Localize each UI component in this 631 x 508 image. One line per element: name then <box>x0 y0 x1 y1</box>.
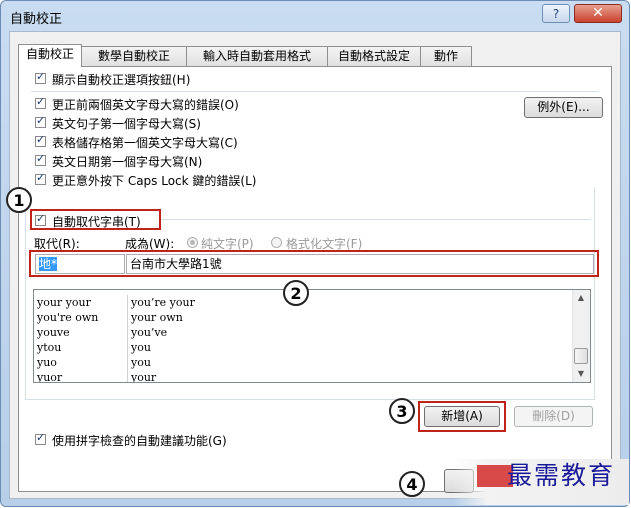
autocorrect-entries-list[interactable]: your your you’re your you're own your own … <box>33 289 591 383</box>
group-top-line <box>159 219 591 220</box>
tab-autoformat[interactable]: 自動格式設定 <box>327 46 421 66</box>
column-divider <box>127 355 128 370</box>
dialog-title: 自動校正 <box>10 12 63 27</box>
list-scrollbar[interactable]: ▲ ▼ <box>572 290 590 382</box>
column-divider <box>127 325 128 340</box>
list-item[interactable]: ytou you <box>34 340 574 355</box>
day-names-checkbox[interactable] <box>35 152 46 166</box>
column-divider <box>127 295 128 310</box>
title-bar: 自動校正 ? ✕ <box>1 1 629 31</box>
close-button[interactable]: ✕ <box>574 4 622 23</box>
entry-to: your own <box>131 311 183 324</box>
step-marker-4: 4 <box>399 471 425 497</box>
entry-to: you’ve <box>131 326 168 339</box>
caps-lock-checkbox[interactable] <box>35 171 46 185</box>
highlight-box-2 <box>29 250 599 277</box>
delete-button[interactable]: 刪除(D) <box>514 406 593 427</box>
show-button-label: 顯示自動校正選項按鈕(H) <box>52 73 191 87</box>
watermark-text: 最需教育 <box>507 461 616 490</box>
tab-autoformat-as-you-type[interactable]: 輸入時自動套用格式 <box>186 46 328 66</box>
sentence-caps-checkbox[interactable] <box>35 114 46 128</box>
plain-text-radio[interactable] <box>187 237 198 248</box>
tab-math-autocorrect[interactable]: 數學自動校正 <box>81 46 187 66</box>
highlight-box-3 <box>418 401 506 432</box>
tab-actions[interactable]: 動作 <box>420 46 472 66</box>
two-caps-label: 更正前兩個英文字母大寫的錯誤(O) <box>52 98 239 112</box>
list-item[interactable]: you're own your own <box>34 310 574 325</box>
exceptions-button[interactable]: 例外(E)... <box>524 97 603 118</box>
spell-suggest-checkbox[interactable] <box>35 431 46 445</box>
scroll-thumb[interactable] <box>574 348 588 364</box>
entry-from: youve <box>37 326 70 339</box>
separator <box>31 91 599 92</box>
step-marker-3: 3 <box>389 398 415 424</box>
table-cell-caps-label: 表格儲存格第一個英文字母大寫(C) <box>52 136 238 150</box>
list-item[interactable]: yuor your <box>34 370 574 383</box>
table-cell-caps-checkbox[interactable] <box>35 133 46 147</box>
spell-suggest-label: 使用拼字檢查的自動建議功能(G) <box>52 434 227 448</box>
entry-from: yuo <box>37 356 57 369</box>
formatted-text-radio[interactable] <box>271 237 282 248</box>
two-caps-checkbox[interactable] <box>35 95 46 109</box>
entry-from: ytou <box>37 341 62 354</box>
highlight-box-1 <box>30 209 161 230</box>
step-marker-2: 2 <box>283 280 309 306</box>
column-divider <box>127 310 128 325</box>
step-marker-1: 1 <box>6 187 32 213</box>
column-divider <box>127 370 128 382</box>
entry-from: yuor <box>37 371 63 383</box>
list-item[interactable]: yuo you <box>34 355 574 370</box>
entry-to: you <box>131 341 151 354</box>
scroll-up-icon[interactable]: ▲ <box>573 290 589 306</box>
autocorrect-dialog: 自動校正 ? ✕ 自動校正 數學自動校正 輸入時自動套用格式 自動格式設定 動作… <box>0 0 630 507</box>
entry-from: your your <box>37 296 91 309</box>
entry-from: you're own <box>37 311 99 324</box>
entry-to: your <box>131 371 157 383</box>
tab-autocorrect[interactable]: 自動校正 <box>18 44 82 67</box>
entry-to: you’re your <box>131 296 195 309</box>
show-button-checkbox[interactable] <box>35 70 46 84</box>
list-item[interactable]: youve you’ve <box>34 325 574 340</box>
scroll-down-icon[interactable]: ▼ <box>573 366 589 382</box>
sentence-caps-label: 英文句子第一個字母大寫(S) <box>52 117 201 131</box>
column-divider <box>127 340 128 355</box>
help-button[interactable]: ? <box>542 4 570 23</box>
entry-to: you <box>131 356 151 369</box>
day-names-label: 英文日期第一個字母大寫(N) <box>52 155 203 169</box>
